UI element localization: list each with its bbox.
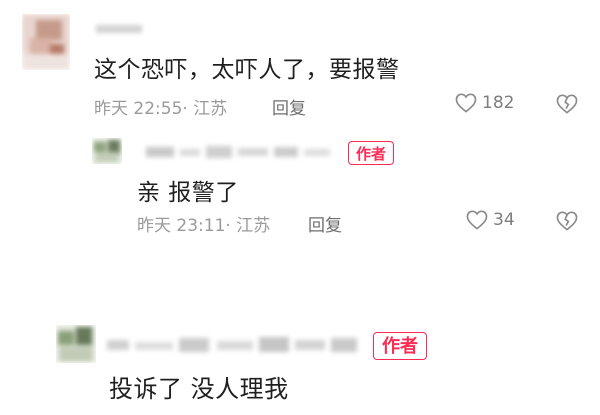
comment-meta: 昨天 22:55· 江苏 [94, 94, 227, 119]
like-button[interactable]: 182 [455, 93, 514, 113]
broken-heart-icon [556, 211, 578, 231]
author-name-blurred[interactable] [107, 334, 359, 356]
avatar[interactable] [22, 14, 70, 70]
reply-button[interactable]: 回复 [272, 94, 306, 119]
author-badge: 作者 [348, 141, 395, 165]
dislike-button[interactable] [556, 211, 578, 235]
dislike-button[interactable] [556, 94, 578, 118]
comment-time: 昨天 22:55 [94, 99, 183, 119]
like-count: 182 [482, 93, 515, 113]
like-count: 34 [493, 210, 515, 230]
heart-outline-icon [466, 210, 488, 230]
author-avatar[interactable] [92, 138, 122, 164]
like-button[interactable]: 34 [466, 210, 515, 230]
meta-dot: · [225, 216, 237, 236]
heart-outline-icon [455, 93, 477, 113]
author-badge: 作者 [373, 332, 427, 360]
comment-text: 投诉了 没人理我 [109, 375, 289, 403]
author-name-blurred[interactable] [146, 144, 331, 160]
author-avatar[interactable] [56, 325, 96, 363]
reply-text: 亲 报警了 [137, 180, 239, 206]
reply-time: 昨天 23:11 [137, 216, 226, 236]
meta-dot: · [182, 99, 194, 119]
reply-meta: 昨天 23:11· 江苏 [137, 211, 270, 236]
broken-heart-icon [556, 94, 578, 114]
comment-text: 这个恐吓，太吓人了，要报警 [94, 57, 400, 83]
username-blurred[interactable] [96, 20, 142, 33]
reply-location: 江苏 [236, 216, 271, 236]
reply-button[interactable]: 回复 [308, 211, 342, 236]
comment-location: 江苏 [193, 99, 228, 119]
